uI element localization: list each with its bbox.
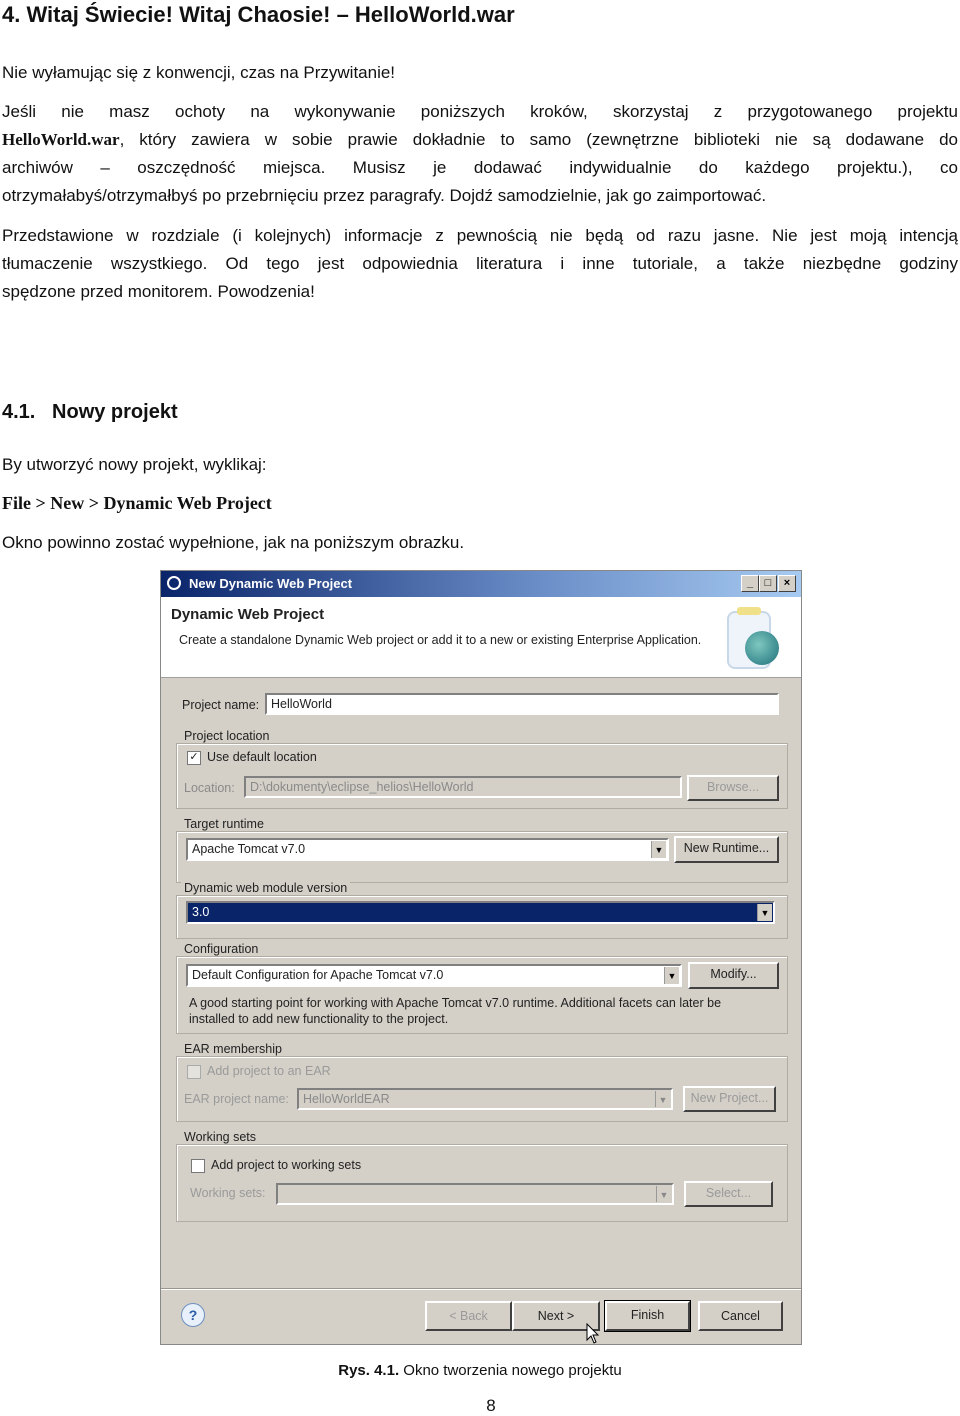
use-default-location-checkbox[interactable]: ✓ [187, 751, 201, 765]
location-input[interactable]: D:\dokumenty\eclipse_helios\HelloWorld [244, 776, 682, 798]
select-button[interactable]: Select... [684, 1181, 773, 1207]
menu-path: File > New > Dynamic Web Project [2, 493, 272, 513]
section-heading: 4.1. Nowy projekt [2, 401, 178, 424]
text-line: otrzymałabyś/otrzymałbyś po przebrnięciu… [2, 186, 767, 205]
chevron-down-icon: ▼ [656, 1186, 671, 1202]
window-title: New Dynamic Web Project [189, 576, 353, 591]
finish-button[interactable]: Finish [604, 1300, 691, 1332]
target-runtime-select[interactable]: Apache Tomcat v7.0 ▼ [186, 838, 669, 861]
chevron-down-icon: ▼ [664, 967, 679, 984]
caption-text: Okno tworzenia nowego projektu [399, 1362, 622, 1379]
selected-value: 3.0 [192, 905, 210, 919]
add-to-working-sets-checkbox[interactable] [191, 1159, 205, 1173]
new-runtime-button[interactable]: New Runtime... [674, 836, 779, 863]
text-line: spędzone przed monitorem. Powodzenia! [2, 282, 315, 301]
configuration-description: A good starting point for working with A… [189, 996, 722, 1010]
caption-label: Rys. 4.1. [338, 1362, 400, 1379]
project-name-input[interactable]: HelloWorld [265, 693, 779, 715]
page-number: 8 [486, 1396, 496, 1415]
new-project-button[interactable]: New Project... [683, 1086, 776, 1112]
module-version-select[interactable]: 3.0 ▼ [186, 901, 775, 924]
group-label: Target runtime [181, 817, 267, 831]
new-dynamic-web-project-dialog: New Dynamic Web Project _ □ × Dynamic We… [160, 570, 802, 1345]
chapter-heading: 4. Witaj Świecie! Witaj Chaosie! – Hello… [2, 2, 515, 27]
selected-value: Default Configuration for Apache Tomcat … [192, 968, 444, 982]
title-bar: New Dynamic Web Project _ □ × [161, 571, 801, 597]
add-to-working-sets-label: Add project to working sets [211, 1158, 362, 1172]
separator [161, 1288, 801, 1290]
group-label: Working sets [181, 1130, 260, 1144]
intro-text: Nie wyłamując się z konwencji, czas na P… [2, 63, 396, 82]
wizard-title: Dynamic Web Project [171, 606, 325, 623]
close-button[interactable]: × [778, 575, 796, 592]
chevron-down-icon: ▼ [757, 904, 772, 921]
selected-value: Apache Tomcat v7.0 [192, 842, 306, 856]
section-title: Nowy projekt [52, 401, 178, 423]
working-sets-label: Working sets: [190, 1186, 266, 1200]
add-to-ear-checkbox[interactable] [187, 1065, 201, 1079]
maximize-button[interactable]: □ [759, 575, 777, 592]
group-label: Project location [181, 729, 273, 743]
intro-paragraph: Nie wyłamując się z konwencji, czas na P… [2, 59, 958, 87]
jar-icon [727, 607, 779, 669]
working-sets-select[interactable]: ▼ [276, 1183, 674, 1205]
group-label: Configuration [181, 942, 262, 956]
text-span: , który zawiera w sobie prawie dokładnie… [119, 130, 958, 149]
back-button[interactable]: < Back [425, 1301, 512, 1331]
selected-value: HelloWorldEAR [303, 1092, 390, 1106]
ear-project-name-select[interactable]: HelloWorldEAR ▼ [297, 1088, 673, 1110]
note: Okno powinno zostać wypełnione, jak na p… [2, 533, 465, 552]
wizard-header: Dynamic Web Project Create a standalone … [161, 597, 801, 678]
use-default-location-label: Use default location [207, 750, 317, 764]
text-line: Jeśli nie masz ochoty na wykonywanie pon… [2, 102, 958, 121]
text-line: HelloWorld.war, który zawiera w sobie pr… [2, 126, 958, 154]
paragraph-3: Przedstawione w rozdziale (i kolejnych) … [2, 222, 958, 306]
text-line: archiwów – oszczędność miejsca. Musisz j… [2, 158, 958, 177]
chevron-down-icon: ▼ [651, 841, 666, 858]
browse-button[interactable]: Browse... [687, 775, 779, 801]
war-file-name: HelloWorld.war [2, 130, 120, 149]
section-number: 4.1. [2, 401, 36, 423]
text-line: tłumaczenie wszystkiego. Od tego jest od… [2, 254, 958, 273]
location-label: Location: [184, 781, 235, 795]
figure-caption: Rys. 4.1. Okno tworzenia nowego projektu [0, 1362, 960, 1379]
mouse-cursor-icon [586, 1323, 600, 1344]
help-icon[interactable]: ? [181, 1303, 205, 1327]
add-to-ear-label: Add project to an EAR [207, 1064, 331, 1078]
document-page: 4. Witaj Świecie! Witaj Chaosie! – Hello… [0, 0, 960, 1416]
chevron-down-icon: ▼ [655, 1091, 670, 1107]
cancel-button[interactable]: Cancel [698, 1301, 783, 1331]
configuration-description: installed to add new functionality to th… [189, 1012, 449, 1026]
group-label: EAR membership [181, 1042, 285, 1056]
globe-icon [745, 631, 779, 665]
ear-project-name-label: EAR project name: [184, 1092, 289, 1106]
paragraph-2: Jeśli nie masz ochoty na wykonywanie pon… [2, 98, 958, 210]
text-line: Przedstawione w rozdziale (i kolejnych) … [2, 226, 958, 245]
eclipse-icon [167, 576, 181, 590]
project-name-label: Project name: [182, 698, 260, 712]
wizard-description: Create a standalone Dynamic Web project … [179, 633, 702, 647]
group-label: Dynamic web module version [181, 881, 351, 895]
configuration-select[interactable]: Default Configuration for Apache Tomcat … [186, 964, 682, 987]
instruction: By utworzyć nowy projekt, wyklikaj: [2, 455, 267, 474]
modify-button[interactable]: Modify... [688, 962, 779, 989]
minimize-button[interactable]: _ [741, 575, 759, 592]
